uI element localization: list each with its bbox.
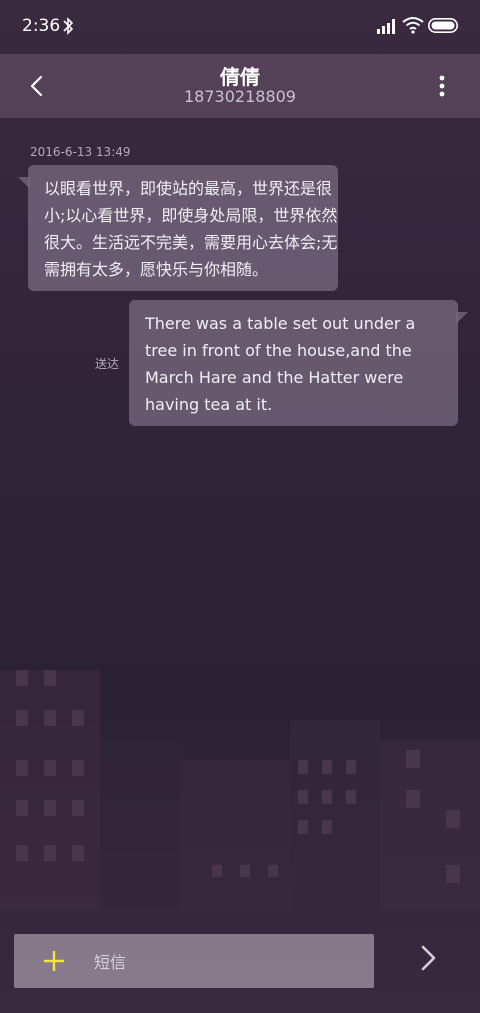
contact-number: 18730218809 — [184, 87, 296, 106]
delivery-status: 送达 — [95, 357, 120, 371]
more-options-icon[interactable] — [430, 68, 454, 104]
incoming-message-text: 以眼看世界，即使站的最高，世界还是很小;以心看世界，即使身处局限，世界依然很大。… — [44, 179, 338, 279]
conversation-header: 倩倩 18730218809 — [0, 54, 480, 118]
battery-icon — [428, 18, 458, 33]
signal-icon — [377, 19, 395, 34]
wifi-icon — [402, 17, 424, 34]
status-bar: 2:36 — [0, 0, 480, 54]
plus-icon[interactable] — [42, 949, 66, 973]
send-icon[interactable] — [412, 942, 444, 974]
bluetooth-icon — [63, 17, 74, 35]
contact-name: 倩倩 — [220, 65, 260, 89]
message-input[interactable] — [92, 944, 366, 980]
outgoing-message-text: There was a table set out under a tree i… — [145, 314, 416, 414]
message-composer — [14, 934, 374, 988]
outgoing-message-bubble[interactable]: There was a table set out under a tree i… — [129, 300, 468, 426]
message-timestamp: 2016-6-13 13:49 — [30, 145, 131, 159]
city-background-illustration — [0, 670, 480, 910]
incoming-message-bubble[interactable]: 以眼看世界，即使站的最高，世界还是很小;以心看世界，即使身处局限，世界依然很大。… — [18, 165, 338, 291]
status-time: 2:36 — [22, 16, 61, 36]
